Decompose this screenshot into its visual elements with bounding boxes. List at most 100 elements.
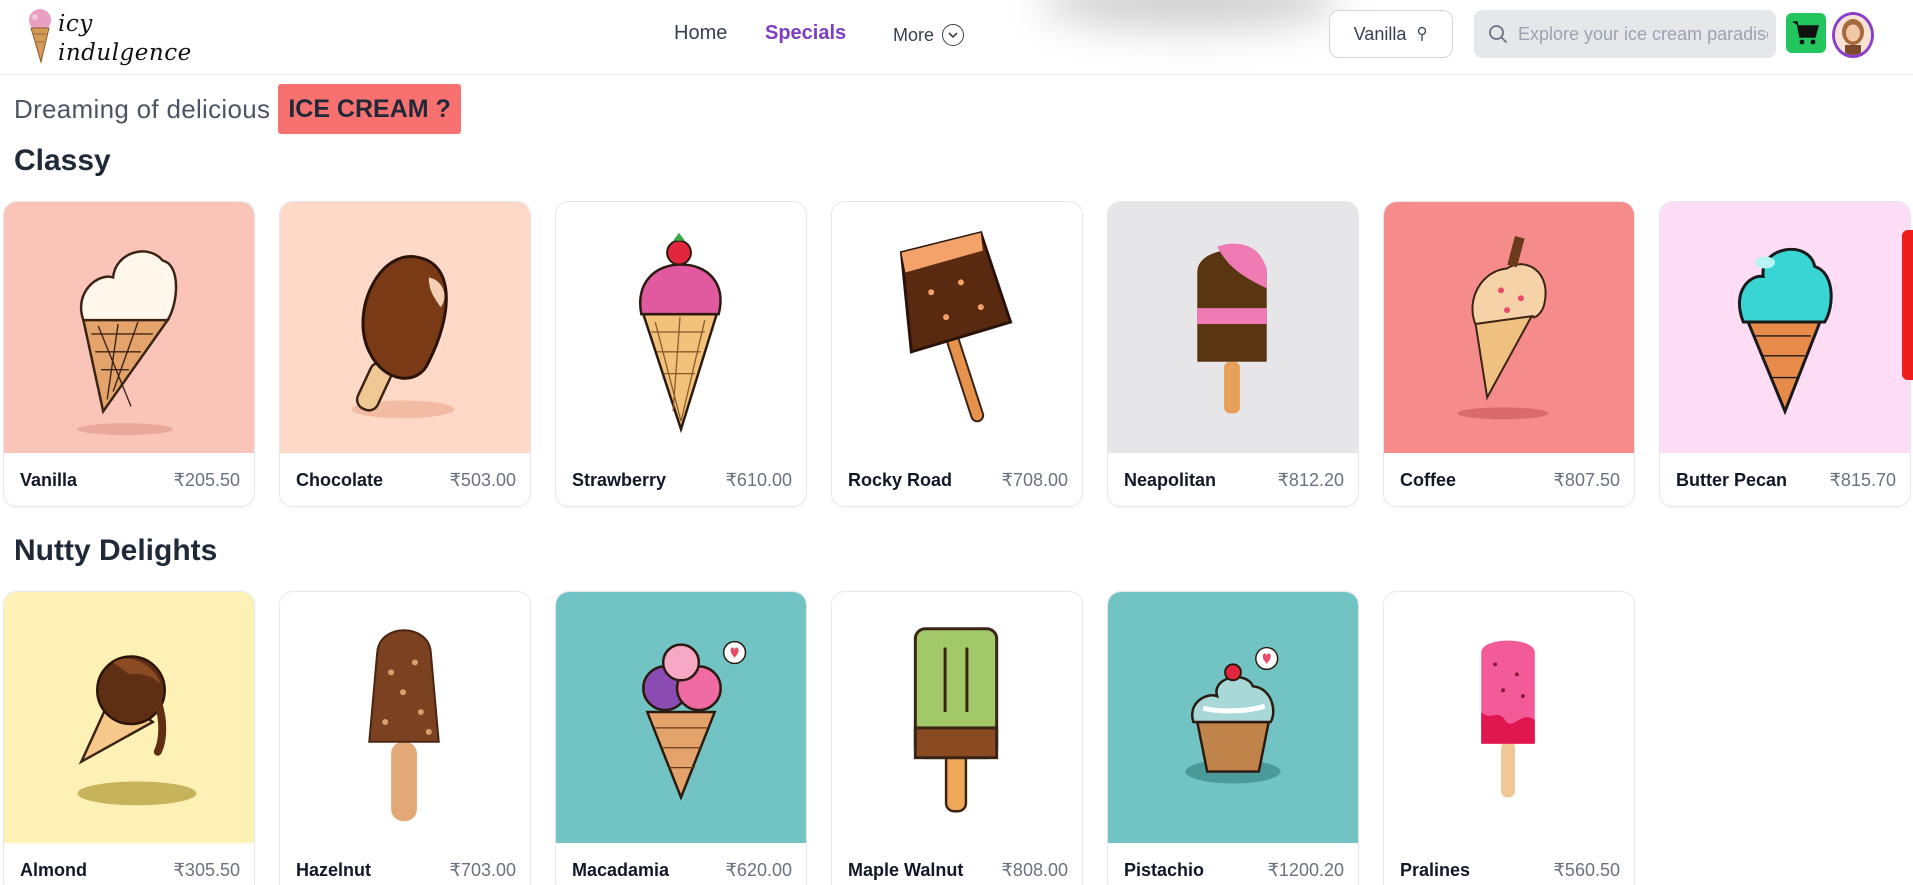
- product-info: Macadamia ₹620.00: [556, 860, 806, 881]
- product-price: ₹620.00: [725, 860, 792, 880]
- product-card-pistachio[interactable]: Pistachio ₹1200.20: [1107, 591, 1359, 885]
- nav-home[interactable]: Home: [674, 22, 727, 45]
- product-card-butter-pecan[interactable]: Butter Pecan ₹815.70: [1659, 201, 1911, 507]
- flavor-select-value: Vanilla: [1353, 23, 1407, 44]
- product-card-vanilla[interactable]: Vanilla ₹205.50: [3, 201, 255, 507]
- product-info: Vanilla ₹205.50: [4, 470, 254, 491]
- product-info: Almond ₹305.50: [4, 860, 254, 881]
- nav-specials[interactable]: Specials: [765, 22, 846, 45]
- pralines-popsicle-icon: [1481, 640, 1535, 798]
- product-image: [1660, 202, 1910, 453]
- product-card-macadamia[interactable]: Macadamia ₹620.00: [555, 591, 807, 885]
- tagline: Dreaming of delicious ICE CREAM ?: [14, 84, 461, 134]
- product-price: ₹815.70: [1829, 470, 1896, 490]
- tagline-text: Dreaming of delicious: [14, 93, 271, 124]
- product-info: Neapolitan ₹812.20: [1108, 470, 1358, 491]
- product-name: Maple Walnut: [848, 860, 964, 880]
- product-name: Hazelnut: [296, 860, 372, 880]
- product-row-nutty-delights: Almond ₹305.50 Hazelnut ₹703.00 Macadami…: [3, 591, 1635, 885]
- chevron-down-icon: [942, 24, 965, 46]
- product-row-classy: Vanilla ₹205.50 Chocolate ₹503.00 Strawb…: [3, 201, 1911, 507]
- product-name: Rocky Road: [848, 470, 953, 490]
- brand-logo[interactable]: icy indulgence: [26, 6, 191, 68]
- product-price: ₹812.20: [1277, 470, 1344, 490]
- product-price: ₹708.00: [1001, 470, 1068, 490]
- coffee-cone-icon: [1457, 235, 1549, 420]
- macadamia-cone-icon: [642, 640, 747, 801]
- product-name: Butter Pecan: [1676, 470, 1788, 490]
- product-card-maple-walnut[interactable]: Maple Walnut ₹808.00: [831, 591, 1083, 885]
- hazelnut-bar-icon: [368, 629, 440, 822]
- shopping-cart-icon: [1793, 21, 1819, 45]
- product-info: Strawberry ₹610.00: [556, 470, 806, 491]
- tagline-badge: ICE CREAM ?: [278, 84, 461, 134]
- product-price: ₹610.00: [725, 470, 792, 490]
- product-info: Pralines ₹560.50: [1384, 860, 1634, 881]
- product-info: Chocolate ₹503.00: [280, 470, 530, 491]
- ice-cream-logo-icon: [29, 9, 51, 64]
- product-image: [1384, 202, 1634, 453]
- top-navbar: icy indulgence Home Specials More Vanill…: [0, 0, 1913, 75]
- product-name: Neapolitan: [1124, 470, 1217, 490]
- product-card-neapolitan[interactable]: Neapolitan ₹812.20: [1107, 201, 1359, 507]
- product-card-pralines[interactable]: Pralines ₹560.50: [1383, 591, 1635, 885]
- almond-cone-icon: [77, 655, 197, 806]
- search-box[interactable]: [1474, 10, 1776, 58]
- product-price: ₹205.50: [173, 470, 240, 490]
- nav-more-label: More: [893, 24, 935, 45]
- product-card-hazelnut[interactable]: Hazelnut ₹703.00: [279, 591, 531, 885]
- product-name: Macadamia: [572, 860, 670, 880]
- pistachio-cupcake-icon: [1185, 646, 1281, 784]
- product-price: ₹305.50: [173, 860, 240, 880]
- product-price: ₹808.00: [1001, 860, 1068, 880]
- search-input[interactable]: [1518, 23, 1768, 45]
- product-price: ₹703.00: [449, 860, 516, 880]
- product-info: Butter Pecan ₹815.70: [1660, 470, 1910, 491]
- logo-line1: icy: [58, 11, 93, 37]
- search-icon: [1489, 25, 1508, 44]
- product-card-chocolate[interactable]: Chocolate ₹503.00: [279, 201, 531, 507]
- product-price: ₹503.00: [449, 470, 516, 490]
- product-image: [280, 202, 530, 453]
- product-price: ₹1200.20: [1267, 860, 1344, 880]
- product-card-coffee[interactable]: Coffee ₹807.50: [1383, 201, 1635, 507]
- section-title-classy: Classy: [14, 144, 111, 177]
- product-name: Pistachio: [1124, 860, 1205, 880]
- cart-button[interactable]: [1786, 13, 1826, 53]
- product-image: [832, 202, 1082, 453]
- nav-more[interactable]: More: [893, 24, 965, 46]
- product-image: [280, 592, 530, 843]
- product-image: [4, 592, 254, 843]
- product-name: Coffee: [1400, 470, 1457, 490]
- product-card-strawberry[interactable]: Strawberry ₹610.00: [555, 201, 807, 507]
- location-pin-icon: [1418, 26, 1427, 41]
- product-image: [1108, 592, 1358, 843]
- product-image: [4, 202, 254, 453]
- product-image: [832, 592, 1082, 843]
- product-price: ₹807.50: [1553, 470, 1620, 490]
- product-info: Hazelnut ₹703.00: [280, 860, 530, 881]
- product-card-rocky-road[interactable]: Rocky Road ₹708.00: [831, 201, 1083, 507]
- product-image: [1384, 592, 1634, 843]
- user-avatar-icon: [1835, 15, 1871, 55]
- product-name: Almond: [20, 860, 87, 880]
- strawberry-cone-icon: [639, 232, 722, 434]
- vanilla-cone-icon: [77, 250, 178, 436]
- product-info: Rocky Road ₹708.00: [832, 470, 1082, 491]
- product-info: Coffee ₹807.50: [1384, 470, 1634, 491]
- maple-popsicle-icon: [913, 627, 999, 813]
- product-name: Vanilla: [20, 470, 78, 490]
- header-shadow: [1040, 0, 1340, 30]
- product-name: Strawberry: [572, 470, 667, 490]
- product-info: Maple Walnut ₹808.00: [832, 860, 1082, 881]
- product-card-almond[interactable]: Almond ₹305.50: [3, 591, 255, 885]
- mint-cone-icon: [1737, 247, 1833, 416]
- user-avatar[interactable]: [1832, 12, 1874, 58]
- product-image: [556, 202, 806, 453]
- section-title-nutty-delights: Nutty Delights: [14, 534, 218, 567]
- flavor-select[interactable]: Vanilla: [1329, 10, 1453, 58]
- neapolitan-popsicle-icon: [1197, 243, 1267, 414]
- product-image: [556, 592, 806, 843]
- product-name: Pralines: [1400, 860, 1471, 880]
- scrollbar-thumb[interactable]: [1902, 230, 1913, 380]
